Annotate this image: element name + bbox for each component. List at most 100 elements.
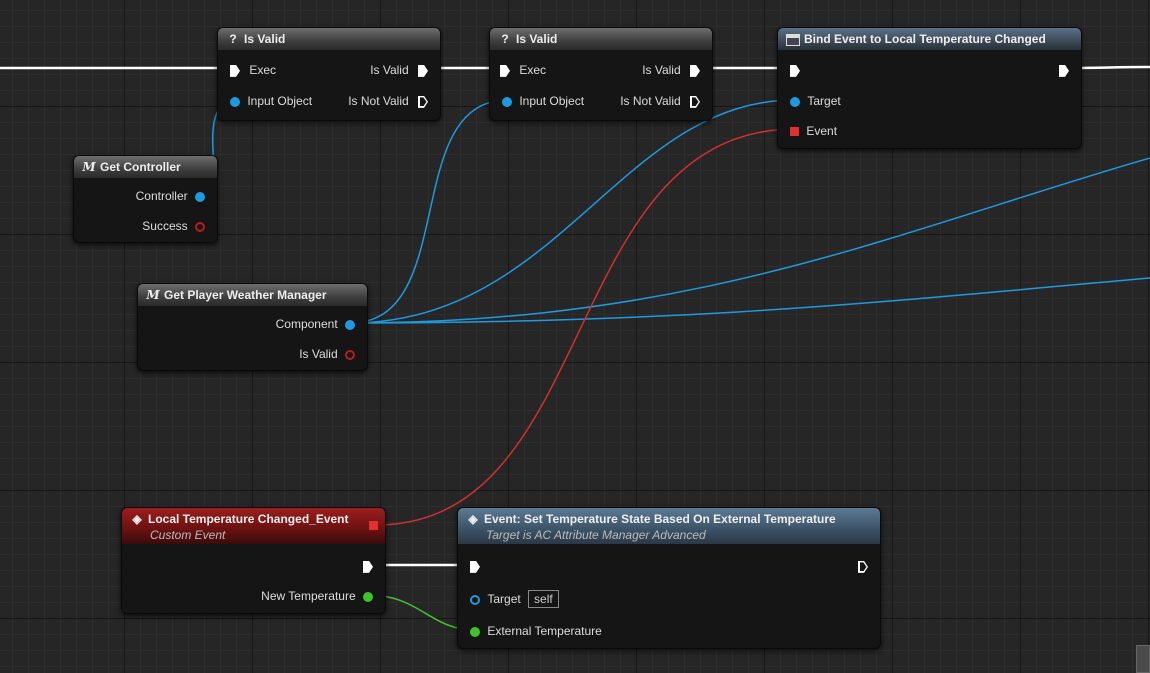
- delegate-output-icon[interactable]: [369, 521, 378, 530]
- object-pin-icon: [195, 191, 205, 202]
- exec-filled-icon: [1059, 64, 1069, 77]
- exec-hollow-icon: [858, 560, 868, 573]
- is-not-valid-output-pin[interactable]: Is Not Valid: [348, 94, 428, 108]
- exec-filled-icon: [690, 64, 700, 77]
- bind-event-header: Bind Event to Local Temperature Changed: [778, 28, 1081, 50]
- pin-label: Exec: [249, 63, 277, 77]
- exec-output-pin[interactable]: [858, 559, 868, 573]
- component-wire-3: [349, 157, 1150, 324]
- set-temperature-event-node[interactable]: ◈ Event: Set Temperature State Based On E…: [457, 507, 881, 649]
- is-valid-output-pin[interactable]: Is Valid: [642, 63, 700, 77]
- exec-filled-icon: [470, 560, 480, 573]
- is-valid-header-1: ? Is Valid: [218, 28, 440, 50]
- pin-label: Is Not Valid: [348, 94, 409, 108]
- exec-filled-icon: [363, 560, 373, 573]
- exec-filled-icon: [500, 64, 510, 77]
- question-icon: ?: [501, 32, 509, 46]
- node-subtitle: Custom Event: [150, 528, 226, 542]
- target-pin[interactable]: Target: [790, 94, 841, 108]
- event-diamond-icon: ◈: [468, 512, 478, 526]
- macro-icon: M: [146, 288, 160, 302]
- pin-label: Controller: [135, 189, 188, 203]
- scroll-corner[interactable]: [1136, 645, 1150, 673]
- component-wire-1: [349, 99, 509, 324]
- input-object-pin[interactable]: Input Object: [502, 94, 584, 108]
- component-wire-4: [349, 277, 1150, 324]
- event-pin[interactable]: Event: [790, 124, 837, 138]
- is-valid-output-pin[interactable]: Is Valid: [370, 63, 428, 77]
- exec-input-pin[interactable]: [470, 559, 480, 573]
- exec-hollow-icon: [690, 95, 700, 108]
- pin-label: Exec: [519, 63, 547, 77]
- object-pin-icon: [502, 96, 512, 107]
- pin-label: Is Not Valid: [620, 94, 681, 108]
- node-subtitle: Target is AC Attribute Manager Advanced: [486, 528, 706, 542]
- is-valid-node-2[interactable]: ? Is Valid Exec Is Valid Input Object Is …: [489, 27, 713, 121]
- exec-hollow-icon: [418, 95, 428, 108]
- bool-pin-icon: [345, 349, 355, 360]
- node-title: Is Valid: [516, 32, 558, 46]
- is-not-valid-output-pin[interactable]: Is Not Valid: [620, 94, 700, 108]
- component-wire-2: [349, 99, 796, 324]
- macro-icon: M: [82, 160, 96, 174]
- custom-event-header: ◈ Local Temperature Changed_Event Custom …: [122, 508, 385, 544]
- object-pin-icon: [345, 319, 355, 330]
- new-temperature-output-pin[interactable]: New Temperature: [261, 589, 373, 603]
- exec-wire-out: [1069, 65, 1150, 70]
- pin-label: Success: [142, 219, 188, 233]
- set-temperature-header: ◈ Event: Set Temperature State Based On E…: [458, 508, 880, 544]
- pin-label: Event: [806, 124, 838, 138]
- custom-event-node[interactable]: ◈ Local Temperature Changed_Event Custom …: [121, 507, 386, 614]
- object-pin-icon: [790, 96, 800, 107]
- function-icon: [786, 33, 800, 46]
- node-title: Event: Set Temperature State Based On Ex…: [484, 512, 836, 526]
- delegate-wire: [379, 128, 796, 526]
- pin-label: Is Valid: [642, 63, 681, 77]
- get-player-weather-manager-node[interactable]: M Get Player Weather Manager Component Is…: [137, 283, 368, 371]
- is-valid-output-pin[interactable]: Is Valid: [299, 347, 355, 361]
- node-title: Bind Event to Local Temperature Changed: [804, 32, 1046, 46]
- exec-input-pin[interactable]: [790, 63, 800, 77]
- question-icon: ?: [229, 32, 237, 46]
- pin-label: Input Object: [519, 94, 585, 108]
- get-controller-node[interactable]: M Get Controller Controller Success: [73, 155, 218, 243]
- is-valid-node-1[interactable]: ? Is Valid Exec Is Valid Input Object Is …: [217, 27, 441, 121]
- bind-event-node[interactable]: Bind Event to Local Temperature Changed …: [777, 27, 1082, 149]
- delegate-pin-icon: [790, 127, 799, 137]
- node-title: Local Temperature Changed_Event: [148, 512, 349, 526]
- success-output-pin[interactable]: Success: [142, 219, 205, 233]
- exec-output-pin[interactable]: [363, 559, 373, 573]
- pin-label: Component: [275, 317, 338, 331]
- pin-label: External Temperature: [487, 624, 602, 638]
- component-output-pin[interactable]: Component: [276, 317, 355, 331]
- node-title: Is Valid: [244, 32, 286, 46]
- float-pin-icon: [363, 591, 373, 602]
- exec-filled-icon: [790, 64, 800, 77]
- pin-label: Is Valid: [299, 347, 338, 361]
- get-weather-header: M Get Player Weather Manager: [138, 284, 367, 306]
- pin-label: Target: [487, 592, 521, 606]
- input-object-pin[interactable]: Input Object: [230, 94, 312, 108]
- target-self-field[interactable]: self: [528, 590, 559, 608]
- event-diamond-icon: ◈: [132, 512, 142, 526]
- bool-pin-icon: [195, 221, 205, 232]
- pin-label: Target: [807, 94, 841, 108]
- object-pin-icon: [230, 96, 240, 107]
- exec-input-pin[interactable]: Exec: [500, 63, 546, 77]
- node-title: Get Controller: [100, 160, 181, 174]
- exec-output-pin[interactable]: [1059, 63, 1069, 77]
- get-controller-header: M Get Controller: [74, 156, 217, 178]
- pin-label: New Temperature: [261, 589, 356, 603]
- node-title: Get Player Weather Manager: [164, 288, 327, 302]
- exec-input-pin[interactable]: Exec: [230, 63, 276, 77]
- is-valid-header-2: ? Is Valid: [490, 28, 712, 50]
- target-pin[interactable]: Target self: [470, 590, 559, 608]
- pin-label: Is Valid: [370, 63, 409, 77]
- pin-label: Input Object: [247, 94, 313, 108]
- exec-filled-icon: [230, 64, 240, 77]
- external-temperature-pin[interactable]: External Temperature: [470, 624, 602, 638]
- controller-output-pin[interactable]: Controller: [136, 189, 205, 203]
- float-pin-icon: [470, 626, 480, 637]
- object-pin-icon: [470, 594, 480, 605]
- exec-filled-icon: [418, 64, 428, 77]
